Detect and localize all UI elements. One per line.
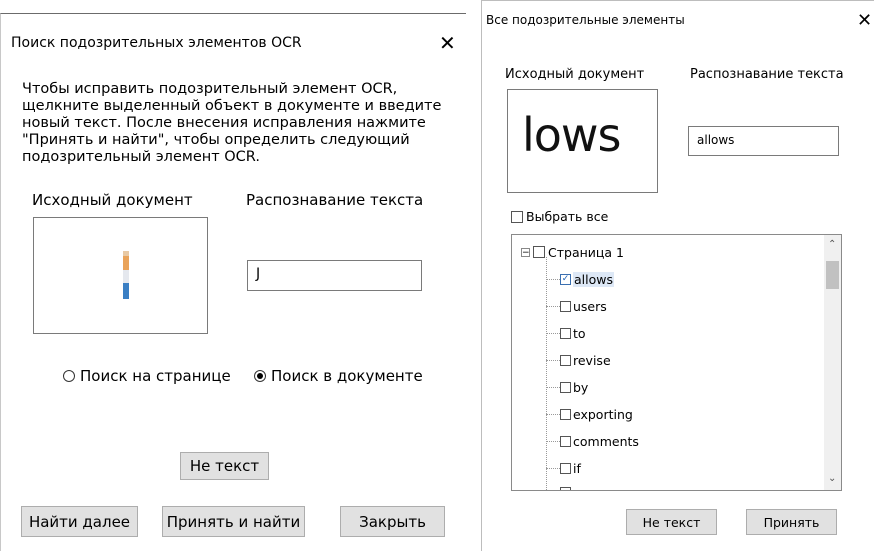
source-image-snippet: lows [522, 108, 622, 162]
checkbox[interactable] [560, 327, 571, 339]
suspects-tree[interactable]: − Страница 1 ✓ allows users to revise by… [511, 234, 842, 491]
instruction-line: новый текст. После внесения исправления … [22, 115, 426, 131]
close-button[interactable]: Закрыть [340, 506, 445, 537]
instruction-line: Чтобы исправить подозрительный элемент O… [22, 81, 398, 97]
tree-item[interactable]: ✓ allows [560, 268, 614, 290]
checkbox[interactable] [560, 354, 571, 366]
tree-item-label: users [573, 298, 607, 314]
radio-search-document[interactable]: Поиск в документе [254, 367, 423, 385]
tree-item-label: allows [573, 271, 614, 287]
scroll-up-icon[interactable]: ⌃ [828, 239, 836, 250]
close-icon[interactable]: ✕ [857, 11, 872, 31]
checkbox[interactable] [560, 381, 571, 393]
recognition-text-field[interactable]: J [247, 260, 422, 291]
accept-button[interactable]: Принять [746, 509, 837, 535]
scroll-down-icon[interactable]: ⌄ [828, 473, 836, 484]
select-all-label: Выбрать все [526, 209, 609, 224]
source-image-preview: lows [507, 89, 658, 193]
dialog-title: Поиск подозрительных элементов OCR [11, 35, 302, 51]
recognition-label: Распознавание текста [690, 67, 844, 82]
tree-item-label: if [573, 460, 581, 476]
tree-item-label: revise [573, 352, 611, 368]
tree-item[interactable]: to [560, 322, 586, 344]
radio-search-page[interactable]: Поиск на странице [63, 367, 231, 385]
tree-item[interactable]: comments [560, 430, 639, 452]
tree-item[interactable]: revise [560, 349, 611, 371]
checkbox[interactable] [560, 300, 571, 312]
tree-item[interactable]: exporting [560, 403, 633, 425]
tree-item[interactable]: by [560, 376, 588, 398]
instruction-line: щелкните выделенный объект в документе и… [22, 98, 442, 114]
tree-item-label: comments [573, 433, 639, 449]
find-next-button[interactable]: Найти далее [21, 506, 138, 537]
tree-item-label: exporting [573, 406, 633, 422]
recognition-label: Распознавание текста [246, 191, 424, 209]
instruction-line: подозрительный элемент OCR. [22, 149, 260, 165]
tree-item-label: to [573, 325, 586, 341]
recognition-text-field[interactable]: allows [688, 126, 839, 156]
all-suspects-dialog: Все подозрительные элементы ✕ Исходный д… [481, 0, 874, 551]
not-text-button[interactable]: Не текст [180, 452, 269, 480]
tree-scrollbar[interactable]: ⌃ ⌄ [824, 235, 841, 490]
source-image-snippet [123, 251, 129, 299]
tree-root-label: Страница 1 [548, 244, 624, 260]
checkbox[interactable] [533, 246, 545, 258]
close-icon[interactable]: ✕ [439, 33, 456, 53]
tree-item-partial[interactable] [560, 481, 573, 490]
dialog-title: Все подозрительные элементы [486, 13, 685, 27]
ocr-suspects-dialog: Поиск подозрительных элементов OCR ✕ Что… [0, 13, 466, 551]
source-image-preview [33, 217, 208, 334]
radio-circle[interactable] [63, 370, 75, 382]
instructions: Чтобы исправить подозрительный элемент O… [22, 81, 441, 166]
checkbox[interactable] [511, 210, 523, 223]
accept-and-find-button[interactable]: Принять и найти [162, 506, 305, 537]
collapse-icon[interactable]: − [521, 247, 530, 257]
tree-item[interactable]: if [560, 457, 581, 479]
checkbox-checked[interactable]: ✓ [560, 273, 571, 285]
select-all-checkbox[interactable]: Выбрать все [511, 209, 608, 224]
instruction-line: "Принять и найти", чтобы определить след… [22, 132, 410, 148]
tree-root-page-1[interactable]: − Страница 1 [521, 241, 624, 263]
scrollbar-thumb[interactable] [826, 261, 839, 289]
checkbox[interactable] [560, 486, 571, 490]
not-text-button[interactable]: Не текст [626, 509, 717, 535]
tree-item-label: by [573, 379, 589, 395]
source-document-label: Исходный документ [32, 191, 193, 209]
radio-label: Поиск на странице [80, 367, 231, 385]
radio-label: Поиск в документе [271, 367, 423, 385]
source-document-label: Исходный документ [505, 67, 645, 82]
checkbox[interactable] [560, 408, 571, 420]
tree-item[interactable]: users [560, 295, 607, 317]
checkbox[interactable] [560, 435, 571, 447]
checkbox[interactable] [560, 462, 571, 474]
radio-circle-selected[interactable] [254, 370, 266, 382]
